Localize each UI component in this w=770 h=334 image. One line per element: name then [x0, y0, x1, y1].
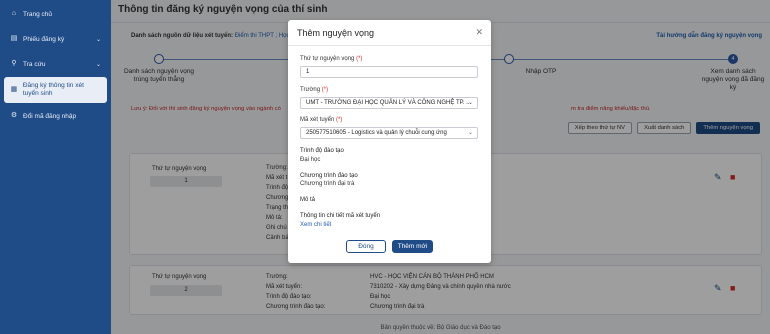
order-input[interactable]: 1 — [300, 66, 478, 78]
chevron-down-icon: ⌄ — [467, 100, 473, 106]
sidebar-item-label: Trang chủ — [23, 10, 53, 18]
label-text: Mã xét tuyển — [300, 117, 335, 123]
chevron-down-icon: ⌄ — [95, 36, 101, 43]
close-icon[interactable]: ✕ — [475, 27, 483, 38]
required-mark: (*) — [321, 87, 329, 93]
required-mark: (*) — [356, 56, 363, 62]
admission-code-select-value: 250577510605 - Logistics và quản lý chuỗ… — [306, 130, 447, 136]
description-label: Mô tả — [300, 197, 316, 203]
sidebar-item-label: Đăng ký thông tin xét tuyển sinh — [22, 82, 84, 97]
chevron-down-icon: ⌄ — [467, 130, 473, 136]
chevron-down-icon: ⌄ — [95, 61, 101, 68]
program-value: Chương trình đại trà — [300, 181, 355, 187]
clipboard-icon: ▦ — [10, 86, 18, 93]
school-select-value: UMT - TRƯỜNG ĐẠI HỌC QUẢN LÝ VÀ CÔNG NGH… — [306, 100, 472, 106]
key-icon: ⚙ — [10, 112, 18, 119]
sidebar-item-registration-form[interactable]: ▤ Phiếu đăng ký ⌄ — [0, 28, 111, 50]
sidebar-item-lookup[interactable]: ⚲ Tra cứu ⌄ — [0, 53, 111, 75]
label-text: Thứ tự nguyện vọng — [300, 56, 355, 62]
search-icon: ⚲ — [11, 60, 17, 67]
close-button[interactable]: Đóng — [346, 240, 386, 253]
sidebar-item-change-password[interactable]: ⚙ Đổi mã đăng nhập — [0, 105, 111, 127]
level-value: Đại học — [300, 157, 321, 163]
program-label: Chương trình đào tạo — [300, 173, 358, 179]
level-label: Trình độ đào tạo — [300, 148, 344, 154]
sidebar-item-label: Đổi mã đăng nhập — [23, 112, 77, 120]
sidebar-item-label: Tra cứu — [23, 60, 46, 68]
required-mark: (*) — [336, 117, 343, 123]
sidebar: ⌂ Trang chủ ▤ Phiếu đăng ký ⌄ ⚲ Tra cứu … — [0, 0, 111, 334]
view-detail-link[interactable]: Xem chi tiết — [300, 222, 331, 228]
modal-title: Thêm nguyện vọng — [297, 28, 375, 38]
school-select[interactable]: UMT - TRƯỜNG ĐẠI HỌC QUẢN LÝ VÀ CÔNG NGH… — [300, 97, 478, 109]
label-text: Trường — [300, 87, 321, 93]
home-icon: ⌂ — [11, 10, 17, 17]
add-new-button[interactable]: Thêm mới — [392, 240, 433, 253]
add-preference-modal: Thêm nguyện vọng ✕ Thứ tự nguyện vọng (*… — [288, 20, 491, 263]
divider — [288, 45, 491, 46]
detail-info-label: Thông tin chi tiết mã xét tuyển — [300, 213, 381, 219]
sidebar-item-label: Phiếu đăng ký — [23, 35, 65, 43]
admission-code-select[interactable]: 250577510605 - Logistics và quản lý chuỗ… — [300, 127, 478, 139]
order-field-label: Thứ tự nguyện vọng (*) — [300, 56, 362, 62]
sidebar-item-home[interactable]: ⌂ Trang chủ — [0, 3, 111, 25]
sidebar-item-admission-registration[interactable]: ▦ Đăng ký thông tin xét tuyển sinh — [4, 77, 107, 103]
document-icon: ▤ — [10, 35, 18, 42]
code-field-label: Mã xét tuyển (*) — [300, 117, 342, 123]
school-field-label: Trường (*) — [300, 87, 328, 93]
